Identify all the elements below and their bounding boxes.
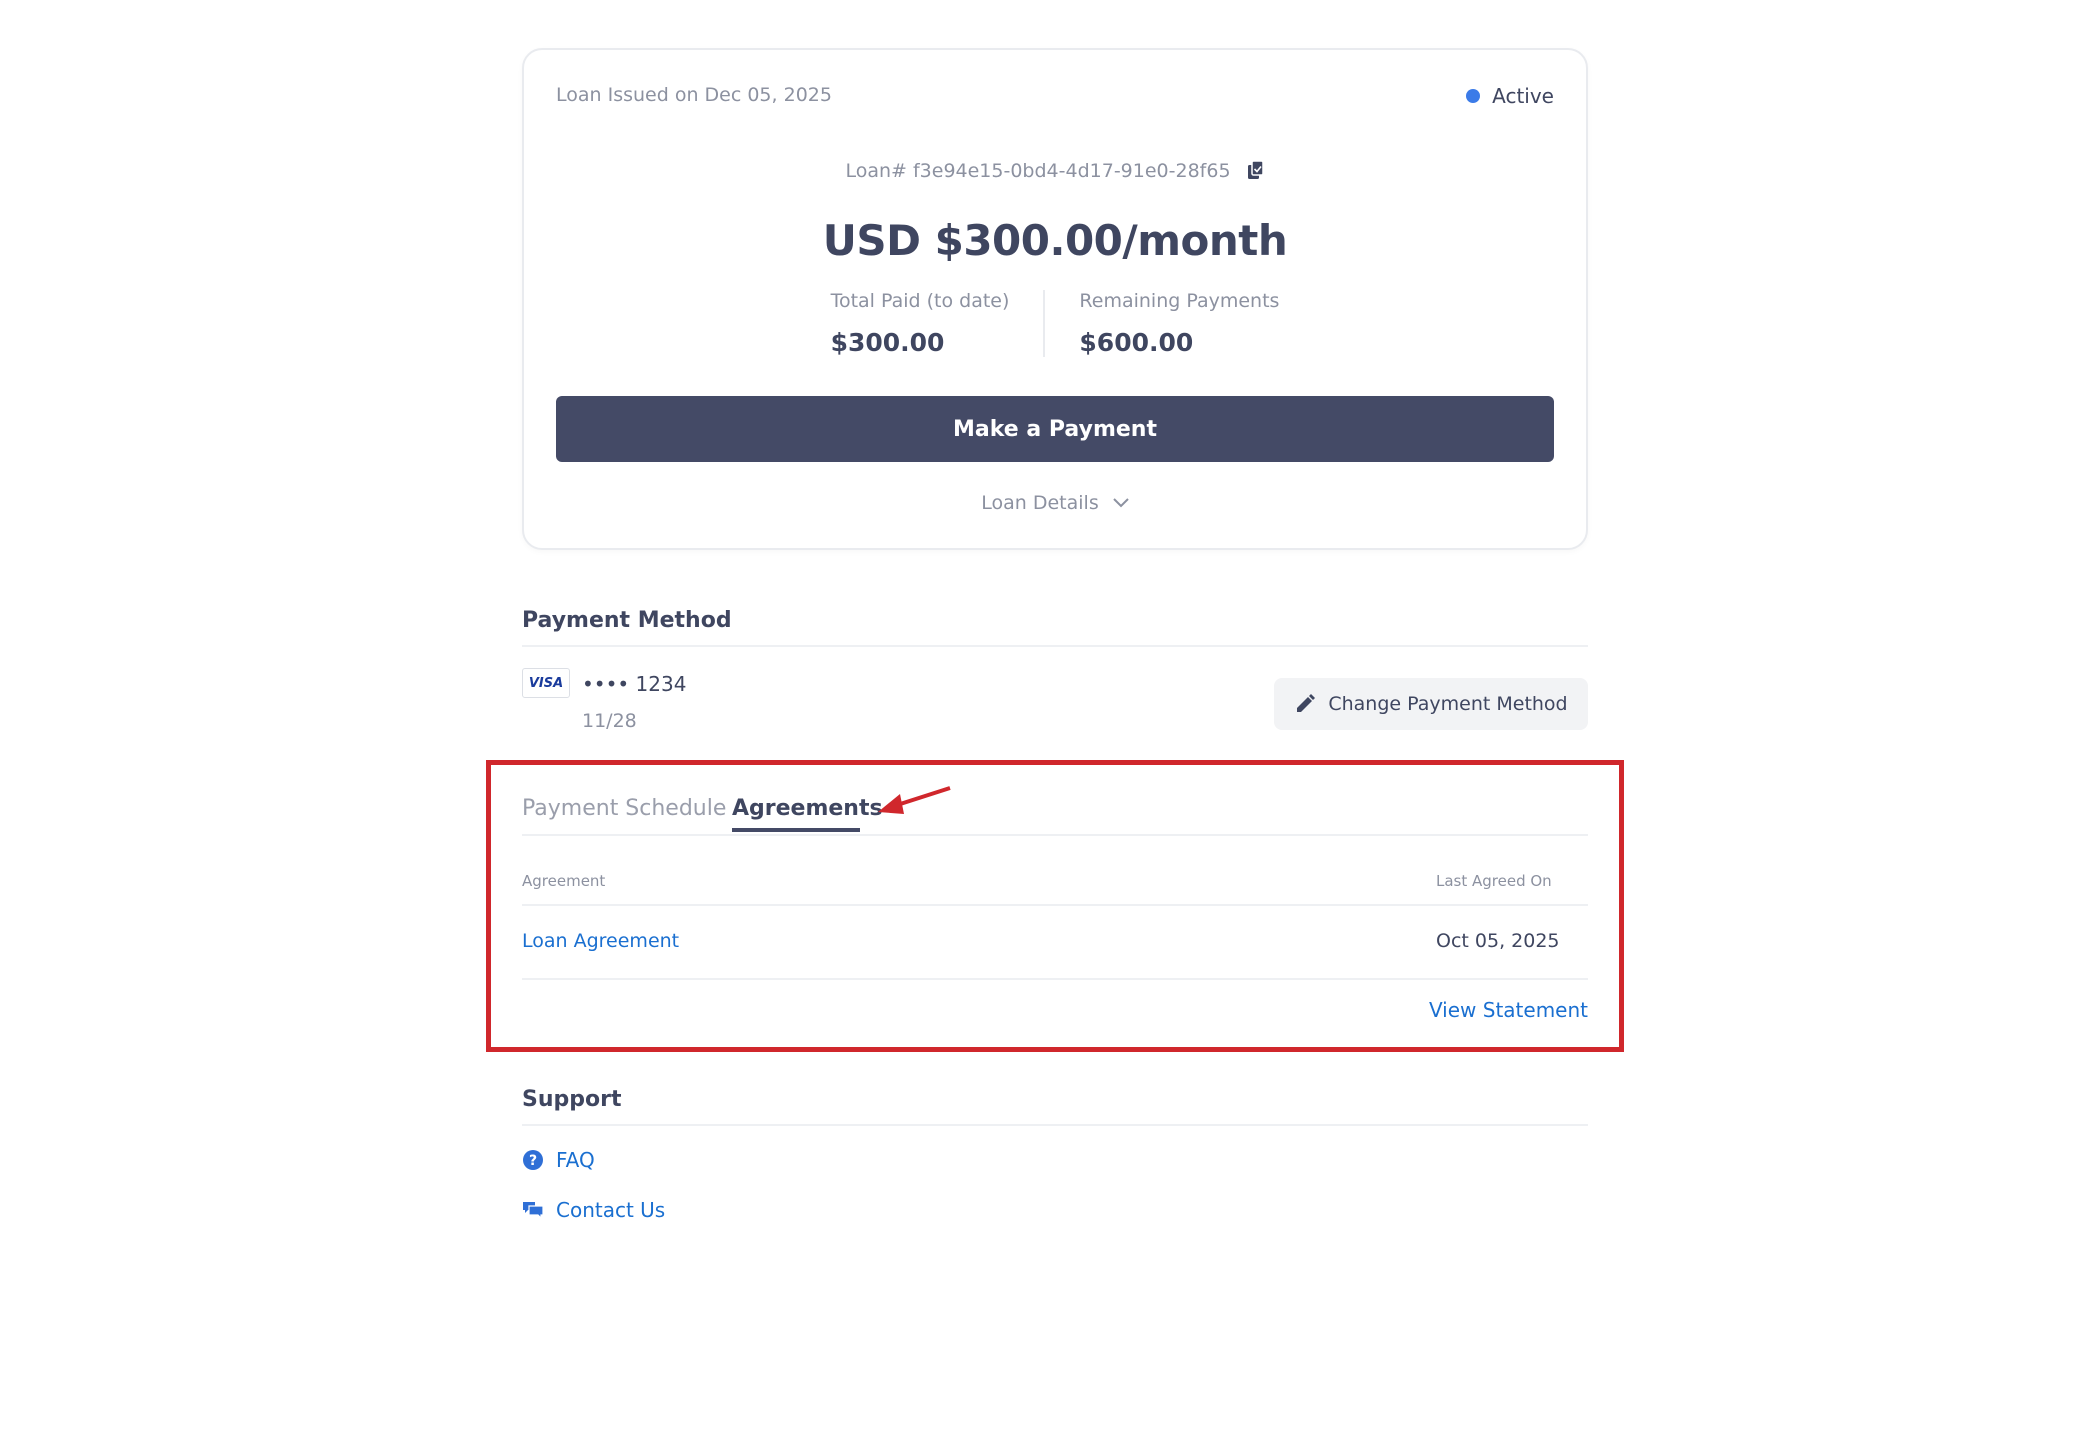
faq-label: FAQ	[556, 1148, 595, 1172]
loan-card: Loan Issued on Dec 05, 2025 Active Loan#…	[522, 48, 1588, 550]
question-circle-icon: ?	[523, 1150, 543, 1170]
loan-number-text: Loan# f3e94e15-0bd4-4d17-91e0-28f65	[845, 160, 1231, 182]
status-dot-icon	[1466, 89, 1481, 103]
monthly-amount: USD $300.00/month	[822, 216, 1288, 265]
table-header-divider	[522, 904, 1588, 906]
change-payment-method-button[interactable]: Change Payment Method	[1274, 678, 1588, 730]
copy-icon[interactable]	[1247, 160, 1265, 182]
total-paid-label: Total Paid (to date)	[830, 290, 1010, 312]
make-payment-button[interactable]: Make a Payment	[556, 396, 1554, 462]
support-title: Support	[522, 1087, 622, 1112]
card-number: •••• 1234	[582, 672, 687, 696]
tabs-divider	[522, 834, 1588, 836]
loan-details-toggle[interactable]: Loan Details	[524, 492, 1586, 514]
status-badge: Active	[1466, 84, 1554, 108]
agreement-date: Oct 05, 2025	[1436, 930, 1560, 952]
chat-bubbles-icon	[523, 1202, 544, 1220]
contact-us-link[interactable]: Contact Us	[522, 1198, 665, 1222]
table-row-divider	[522, 978, 1588, 980]
payment-method-divider	[522, 645, 1588, 647]
view-statement-link[interactable]: View Statement	[1429, 998, 1588, 1022]
loan-agreement-link[interactable]: Loan Agreement	[522, 930, 679, 952]
status-label: Active	[1492, 84, 1554, 108]
card-expiry: 11/28	[582, 710, 637, 732]
remaining-label: Remaining Payments	[1079, 290, 1280, 312]
chevron-down-icon	[1113, 498, 1129, 508]
payment-method-title: Payment Method	[522, 608, 732, 633]
visa-card-icon: VISA	[522, 668, 570, 698]
active-tab-underline	[732, 828, 860, 832]
column-header-last-agreed: Last Agreed On	[1436, 872, 1552, 890]
remaining-value: $600.00	[1079, 328, 1194, 357]
total-paid-stat: Total Paid (to date) $300.00	[797, 290, 1046, 357]
support-divider	[522, 1124, 1588, 1126]
svg-text:?: ?	[529, 1153, 537, 1169]
tab-agreements[interactable]: Agreements	[732, 796, 883, 821]
change-payment-method-label: Change Payment Method	[1328, 693, 1568, 715]
column-header-agreement: Agreement	[522, 872, 606, 890]
contact-us-label: Contact Us	[556, 1198, 666, 1222]
loan-issued-date: Loan Issued on Dec 05, 2025	[556, 84, 832, 106]
loan-number: Loan# f3e94e15-0bd4-4d17-91e0-28f65	[524, 160, 1586, 182]
tab-payment-schedule[interactable]: Payment Schedule	[522, 796, 726, 821]
loan-stats: Total Paid (to date) $300.00 Remaining P…	[524, 290, 1586, 357]
faq-link[interactable]: ? FAQ	[522, 1148, 595, 1172]
red-arrow-annotation-icon	[878, 786, 951, 814]
pencil-icon	[1297, 694, 1316, 712]
remaining-stat: Remaining Payments $600.00	[1045, 290, 1313, 357]
loan-details-label: Loan Details	[981, 492, 1099, 514]
total-paid-value: $300.00	[830, 328, 945, 357]
